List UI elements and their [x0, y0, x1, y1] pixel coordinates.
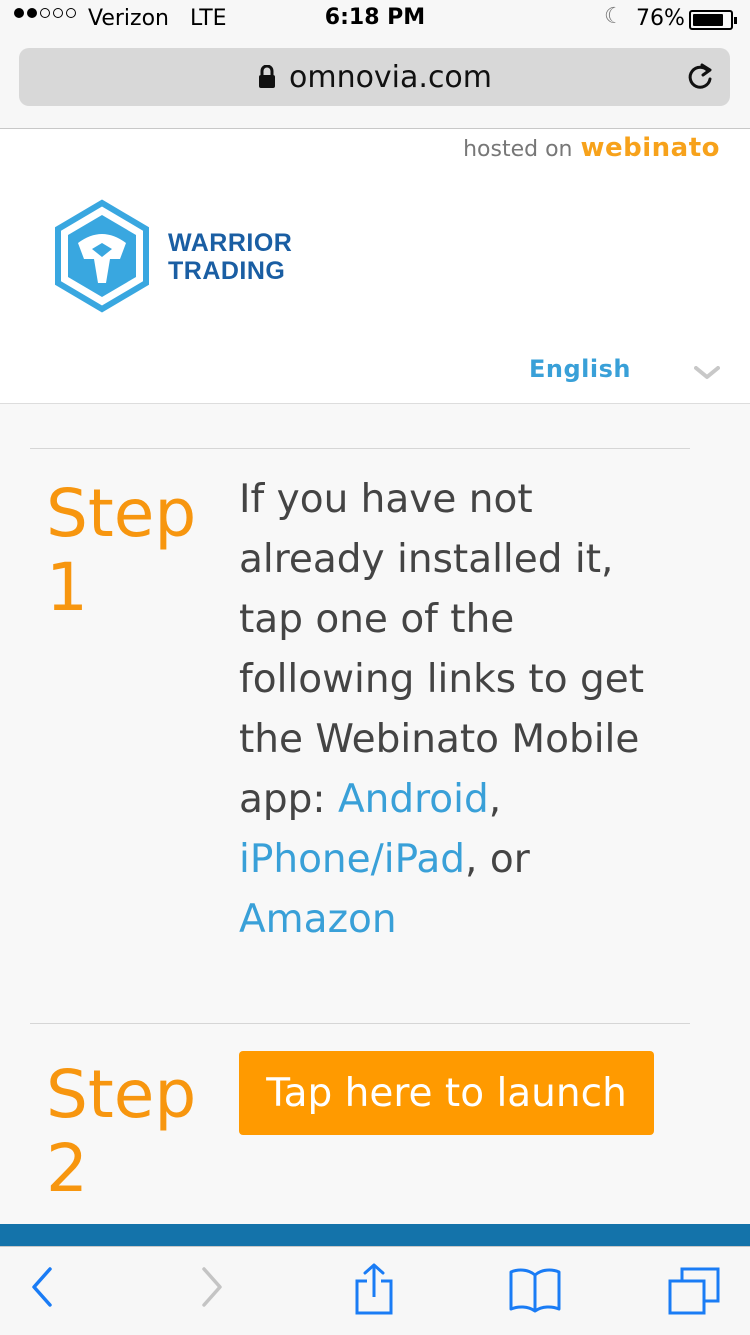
- footer-band: [0, 1224, 750, 1246]
- back-icon[interactable]: [30, 1265, 56, 1313]
- do-not-disturb-icon: ☾: [604, 4, 624, 29]
- launch-button[interactable]: Tap here to launch: [239, 1051, 654, 1135]
- warrior-helmet-icon: [55, 199, 149, 313]
- share-icon[interactable]: [353, 1263, 395, 1319]
- iphone-ipad-link[interactable]: iPhone/iPad: [239, 837, 465, 882]
- logo-wordmark: WARRIOR TRADING: [168, 229, 293, 285]
- warrior-trading-logo: WARRIOR TRADING: [52, 199, 292, 315]
- battery-icon: [689, 10, 737, 30]
- browser-chrome-top: Verizon LTE 6:18 PM ☾ 76% omnovia.com: [0, 0, 750, 129]
- amazon-link[interactable]: Amazon: [239, 897, 397, 942]
- forward-icon[interactable]: [198, 1265, 224, 1313]
- tabs-icon[interactable]: [668, 1267, 720, 1319]
- step-2: Step 2 Tap here to launch: [30, 1023, 690, 1244]
- hosted-on-label[interactable]: hosted on webinato: [463, 133, 720, 163]
- lock-icon: [257, 65, 277, 89]
- address-bar[interactable]: omnovia.com: [19, 48, 730, 106]
- reload-icon[interactable]: [686, 62, 714, 100]
- battery-percent: 76%: [636, 6, 685, 31]
- page-header: hosted on webinato WARRIOR TRADING Engli…: [0, 129, 750, 404]
- language-select[interactable]: English: [529, 355, 631, 383]
- step-1: Step 1 If you have not already installed…: [30, 448, 690, 1023]
- step-1-instructions: If you have not already installed it, ta…: [239, 477, 645, 942]
- steps-list: Step 1 If you have not already installed…: [30, 448, 690, 1244]
- webinato-brand-logo: webinato: [580, 133, 720, 163]
- hosted-prefix: hosted on: [463, 137, 573, 162]
- android-link[interactable]: Android: [338, 777, 489, 822]
- url-text: omnovia.com: [288, 59, 493, 95]
- step-2-label: Step 2: [46, 1056, 197, 1207]
- step-1-label: Step 1: [46, 475, 197, 626]
- status-bar: Verizon LTE 6:18 PM ☾ 76%: [0, 0, 750, 40]
- chevron-down-icon[interactable]: [694, 365, 720, 384]
- browser-toolbar: [0, 1246, 750, 1335]
- bookmarks-icon[interactable]: [508, 1267, 562, 1317]
